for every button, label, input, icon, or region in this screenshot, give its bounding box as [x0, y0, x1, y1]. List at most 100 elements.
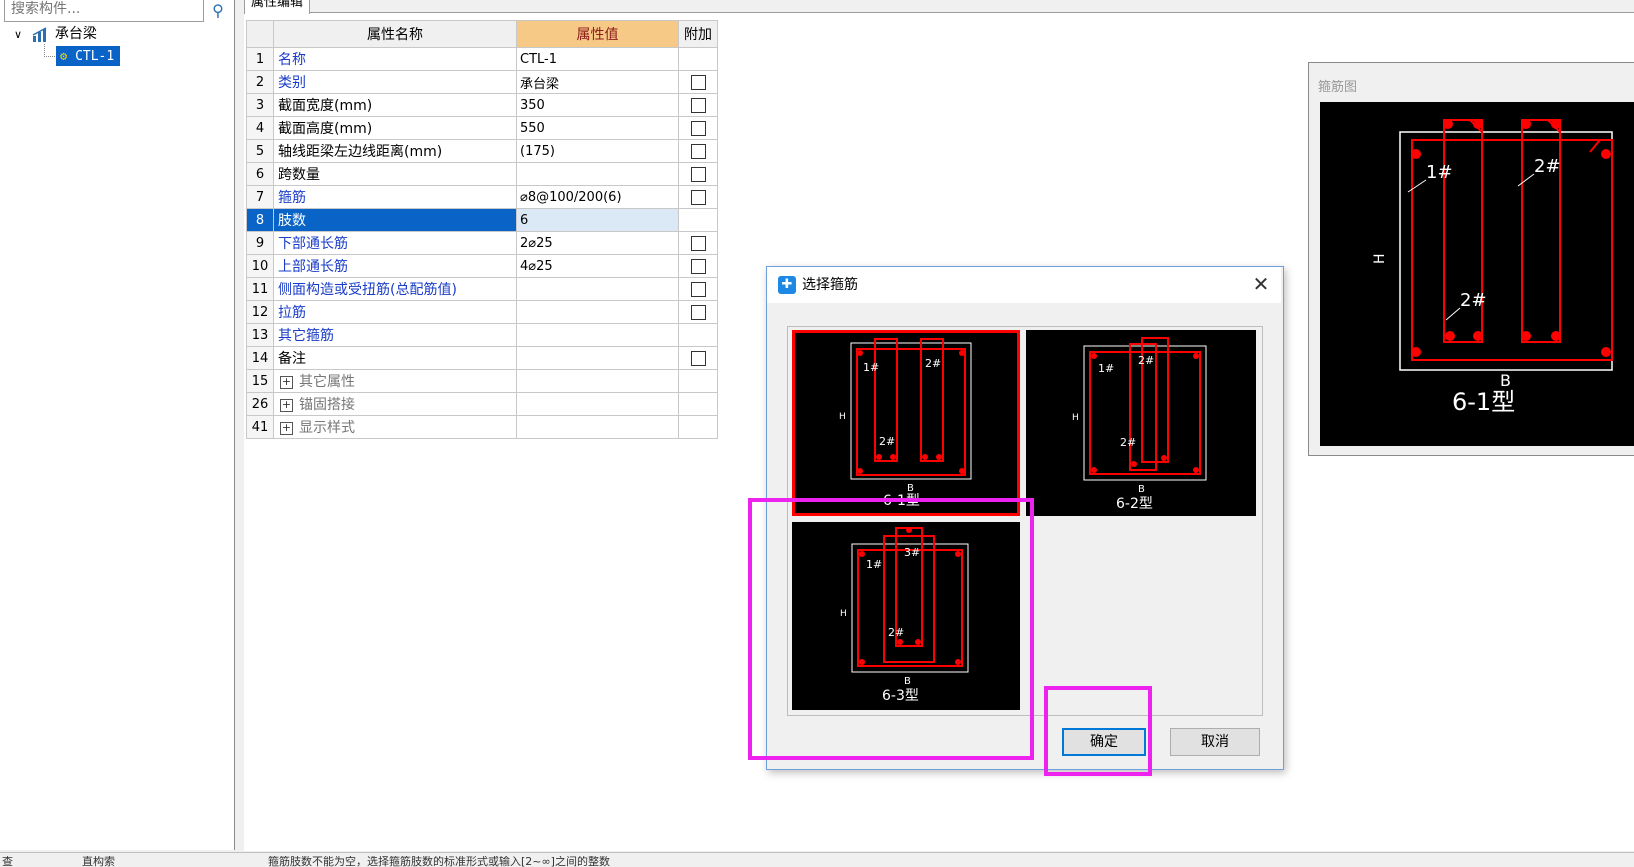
extra-cell	[678, 346, 718, 370]
property-name: 箍筋	[278, 190, 306, 206]
extra-cell	[678, 392, 718, 416]
table-row[interactable]: 14 备注	[246, 346, 718, 370]
property-name-cell[interactable]: 拉筋	[273, 300, 517, 324]
table-row[interactable]: 9 下部通长筋 2⌀25	[246, 231, 718, 255]
extra-checkbox[interactable]	[690, 258, 706, 274]
extra-cell	[678, 277, 718, 301]
property-value-cell[interactable]	[516, 346, 679, 370]
extra-cell	[678, 208, 718, 232]
property-name-cell[interactable]: 类别	[273, 70, 517, 94]
property-name-cell[interactable]: 侧面构造或受扭筋(总配筋值)	[273, 277, 517, 301]
status-segment-1: 查	[2, 856, 13, 867]
search-icon[interactable]: ⚲	[206, 0, 230, 22]
table-row[interactable]: 11 侧面构造或受扭筋(总配筋值)	[246, 277, 718, 301]
table-row[interactable]: 3 截面宽度(mm) 350	[246, 93, 718, 117]
property-value-cell[interactable]: CTL-1	[516, 47, 679, 71]
option-label-2: 2#	[925, 357, 941, 370]
table-row[interactable]: 2 类别 承台梁	[246, 70, 718, 94]
property-name: 截面宽度(mm)	[278, 98, 373, 114]
table-row[interactable]: 1 名称 CTL-1	[246, 47, 718, 71]
table-row[interactable]: 8 肢数 6	[246, 208, 718, 232]
property-value-cell[interactable]: 4⌀25	[516, 254, 679, 278]
option-label-2: 2#	[1138, 354, 1154, 367]
extra-cell	[678, 93, 718, 117]
property-name-cell[interactable]: 箍筋	[273, 185, 517, 209]
property-value-cell[interactable]	[516, 162, 679, 186]
property-name-cell[interactable]: 名称	[273, 47, 517, 71]
property-value-cell[interactable]	[516, 277, 679, 301]
property-value-cell[interactable]	[516, 369, 679, 393]
property-name-cell[interactable]: + 其它属性	[273, 369, 517, 393]
extra-checkbox[interactable]	[690, 166, 706, 182]
extra-checkbox[interactable]	[690, 74, 706, 90]
property-table: 属性名称 属性值 附加 1 名称 CTL-1 2 类别 承台梁 3 截面宽度(mm) 350 4 截…	[246, 20, 718, 439]
property-value-cell[interactable]: 550	[516, 116, 679, 140]
expand-plus-icon[interactable]: +	[280, 398, 293, 412]
property-value-cell[interactable]: 承台梁	[516, 70, 679, 94]
stirrup-option-6-1[interactable]: 1# 2# 2# H B 6-1型	[792, 330, 1020, 516]
property-name-cell[interactable]: + 显示样式	[273, 415, 517, 439]
expand-plus-icon[interactable]: +	[280, 421, 293, 435]
property-name: 截面高度(mm)	[278, 121, 373, 137]
extra-checkbox[interactable]	[690, 143, 706, 159]
table-row[interactable]: 41 + 显示样式	[246, 415, 718, 439]
property-name: 跨数量	[278, 167, 320, 183]
close-icon[interactable]: ✕	[1250, 272, 1272, 296]
stirrup-option-6-3[interactable]: 1# 3# 2# H B 6-3型	[792, 522, 1020, 710]
option-label-1: 1#	[863, 361, 879, 374]
tab-property-editor[interactable]: 属性编辑	[244, 0, 311, 14]
row-index: 26	[246, 392, 274, 416]
table-row[interactable]: 4 截面高度(mm) 550	[246, 116, 718, 140]
table-row[interactable]: 6 跨数量	[246, 162, 718, 186]
rebar-dots	[1411, 119, 1611, 357]
property-value-cell[interactable]: 6	[516, 208, 679, 232]
extra-checkbox[interactable]	[690, 235, 706, 251]
table-row[interactable]: 5 轴线距梁左边线距离(mm) (175)	[246, 139, 718, 163]
property-name-cell[interactable]: 肢数	[273, 208, 517, 232]
property-value-cell[interactable]	[516, 392, 679, 416]
property-value-cell[interactable]	[516, 323, 679, 347]
property-name-cell[interactable]: 其它箍筋	[273, 323, 517, 347]
property-value-cell[interactable]	[516, 415, 679, 439]
property-name-cell[interactable]: 截面高度(mm)	[273, 116, 517, 140]
extra-cell	[678, 70, 718, 94]
property-name-cell[interactable]: 截面宽度(mm)	[273, 93, 517, 117]
table-row[interactable]: 13 其它箍筋	[246, 323, 718, 347]
tree-item-root[interactable]: ∨ 承台梁	[14, 24, 97, 44]
table-row[interactable]: 10 上部通长筋 4⌀25	[246, 254, 718, 278]
extra-cell	[678, 162, 718, 186]
extra-checkbox[interactable]	[690, 97, 706, 113]
table-row[interactable]: 12 拉筋	[246, 300, 718, 324]
table-row[interactable]: 15 + 其它属性	[246, 369, 718, 393]
table-row[interactable]: 26 + 锚固搭接	[246, 392, 718, 416]
extra-checkbox[interactable]	[690, 350, 706, 366]
chevron-down-icon[interactable]: ∨	[14, 25, 28, 45]
ok-button[interactable]: 确定	[1062, 728, 1146, 756]
property-name-cell[interactable]: 轴线距梁左边线距离(mm)	[273, 139, 517, 163]
tree-item-ctl-1[interactable]: ⚙ CTL-1	[56, 46, 121, 66]
property-name-cell[interactable]: 上部通长筋	[273, 254, 517, 278]
property-value-cell[interactable]	[516, 300, 679, 324]
extra-checkbox[interactable]	[690, 304, 706, 320]
extra-checkbox[interactable]	[690, 189, 706, 205]
property-name: 肢数	[278, 213, 306, 229]
property-value-cell[interactable]: ⌀8@100/200(6)	[516, 185, 679, 209]
property-value-cell[interactable]: 350	[516, 93, 679, 117]
header-property-name: 属性名称	[273, 20, 517, 48]
type-label: 6-1型	[1452, 388, 1515, 416]
property-name-cell[interactable]: + 锚固搭接	[273, 392, 517, 416]
expand-plus-icon[interactable]: +	[280, 375, 293, 389]
property-name-cell[interactable]: 备注	[273, 346, 517, 370]
cancel-button[interactable]: 取消	[1170, 728, 1260, 756]
property-name-cell[interactable]: 下部通长筋	[273, 231, 517, 255]
property-value-cell[interactable]: (175)	[516, 139, 679, 163]
stirrup-option-6-2[interactable]: 1# 2# 2# H B 6-2型	[1026, 330, 1256, 516]
table-row[interactable]: 7 箍筋 ⌀8@100/200(6)	[246, 185, 718, 209]
property-value-cell[interactable]: 2⌀25	[516, 231, 679, 255]
search-input[interactable]	[4, 0, 204, 22]
extra-checkbox[interactable]	[690, 120, 706, 136]
property-name-cell[interactable]: 跨数量	[273, 162, 517, 186]
extra-checkbox[interactable]	[690, 281, 706, 297]
header-index	[246, 20, 274, 48]
preview-title: 箍筋图	[1318, 80, 1358, 95]
